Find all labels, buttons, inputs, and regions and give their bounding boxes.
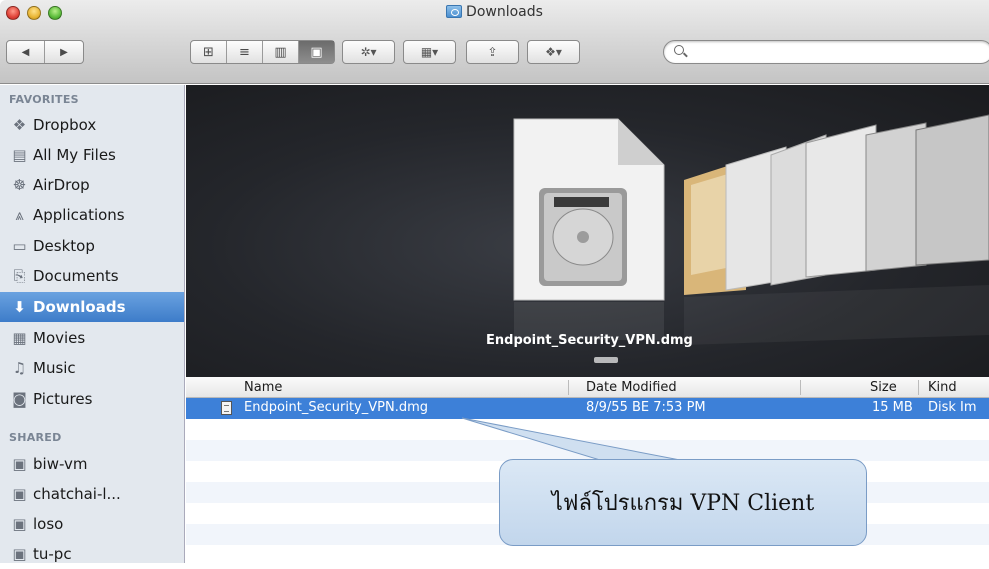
callout-text: ไฟล์โปรแกรม VPN Client <box>551 491 815 516</box>
finder-window: Downloads ◀ ▶ ⊞ ≡ ▥ ▣ ✲▾ ▦▾ ⇪ ❖▾ FAVORIT <box>0 0 989 563</box>
annotation-callout: ไฟล์โปรแกรม VPN Client <box>499 459 867 546</box>
